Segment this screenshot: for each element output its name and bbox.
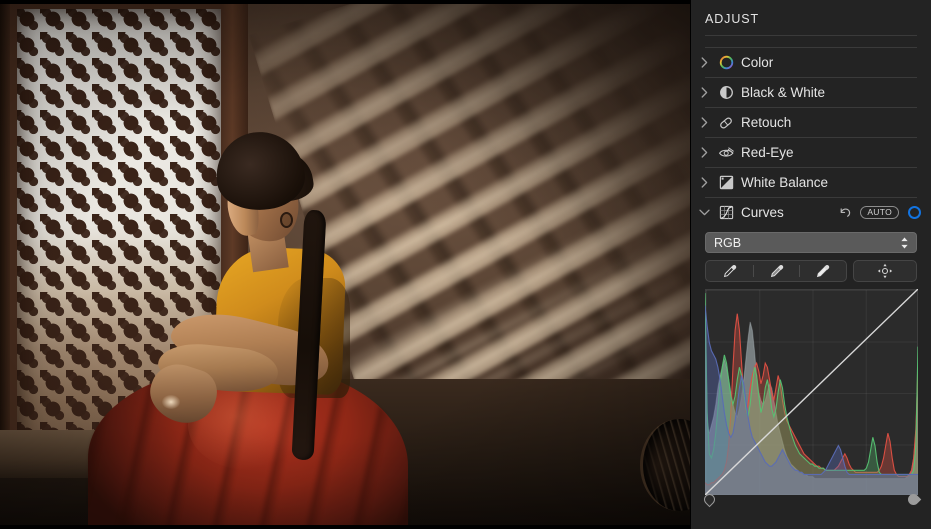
eyedropper-gray-icon (770, 264, 783, 277)
page-title: ADJUST (705, 12, 760, 26)
chevron-down-icon[interactable] (697, 206, 711, 220)
earring (280, 212, 293, 228)
sidebar-item-label: White Balance (741, 175, 829, 190)
sidebar-item-label: Curves (741, 205, 784, 220)
jali-left-post (0, 0, 10, 470)
split-square-icon (717, 174, 735, 192)
eyedropper-button-row (705, 260, 917, 282)
crosshair-target-icon (877, 263, 893, 279)
seated-woman (88, 126, 428, 529)
eyedropper-black-icon (723, 264, 737, 277)
sidebar-item-color[interactable]: Color (691, 48, 931, 77)
letterbox-top (0, 0, 690, 4)
auto-button[interactable]: AUTO (860, 205, 899, 220)
eyedropper-group (705, 260, 847, 282)
crossed-eye-icon (717, 144, 735, 162)
adjust-inspector-panel: ADJUST Color Black & White Retouch Red-E… (690, 0, 931, 529)
curves-grid-icon (717, 204, 735, 222)
channel-select-value: RGB (714, 235, 742, 250)
photo-viewer[interactable] (0, 0, 690, 529)
sidebar-item-black-and-white[interactable]: Black & White (691, 78, 931, 107)
target-point-picker[interactable] (853, 260, 917, 282)
photo-editor-window: ADJUST Color Black & White Retouch Red-E… (0, 0, 931, 529)
white-point-eyedropper[interactable] (799, 261, 846, 281)
sidebar-item-white-balance[interactable]: White Balance (691, 168, 931, 197)
curves-controls: RGB (691, 227, 931, 508)
curves-row-controls: AUTO (838, 205, 921, 220)
white-point-handle[interactable] (905, 491, 922, 508)
half-circle-icon (717, 84, 735, 102)
sidebar-item-label: Black & White (741, 85, 826, 100)
chevron-updown-icon[interactable] (900, 236, 909, 249)
sidebar-item-curves[interactable]: Curves AUTO (691, 198, 931, 227)
histogram-chart (705, 289, 918, 495)
color-wheel-icon (717, 54, 735, 72)
sidebar-item-label: Color (741, 55, 774, 70)
black-point-eyedropper[interactable] (706, 261, 753, 281)
sidebar-item-red-eye[interactable]: Red-Eye (691, 138, 931, 167)
chevron-right-icon[interactable] (697, 146, 711, 160)
bandage-icon (717, 114, 735, 132)
enable-circle-icon[interactable] (908, 206, 921, 219)
gray-point-eyedropper[interactable] (752, 261, 800, 281)
undo-arrow-icon[interactable] (838, 206, 851, 219)
black-point-handle[interactable] (701, 491, 718, 508)
sidebar-item-retouch[interactable]: Retouch (691, 108, 931, 137)
letterbox-bottom (0, 525, 690, 529)
eyedropper-white-icon (817, 264, 830, 277)
chevron-right-icon[interactable] (697, 86, 711, 100)
curves-editor[interactable] (701, 289, 922, 508)
light-patch-on-hand (162, 395, 180, 409)
chevron-right-icon[interactable] (697, 116, 711, 130)
sidebar-item-label: Retouch (741, 115, 792, 130)
tone-range-handles (701, 491, 922, 508)
photo-image[interactable] (0, 0, 690, 529)
chevron-right-icon[interactable] (697, 176, 711, 190)
channel-select[interactable]: RGB (705, 232, 917, 253)
chevron-right-icon[interactable] (697, 56, 711, 70)
sidebar-item-label: Red-Eye (741, 145, 794, 160)
